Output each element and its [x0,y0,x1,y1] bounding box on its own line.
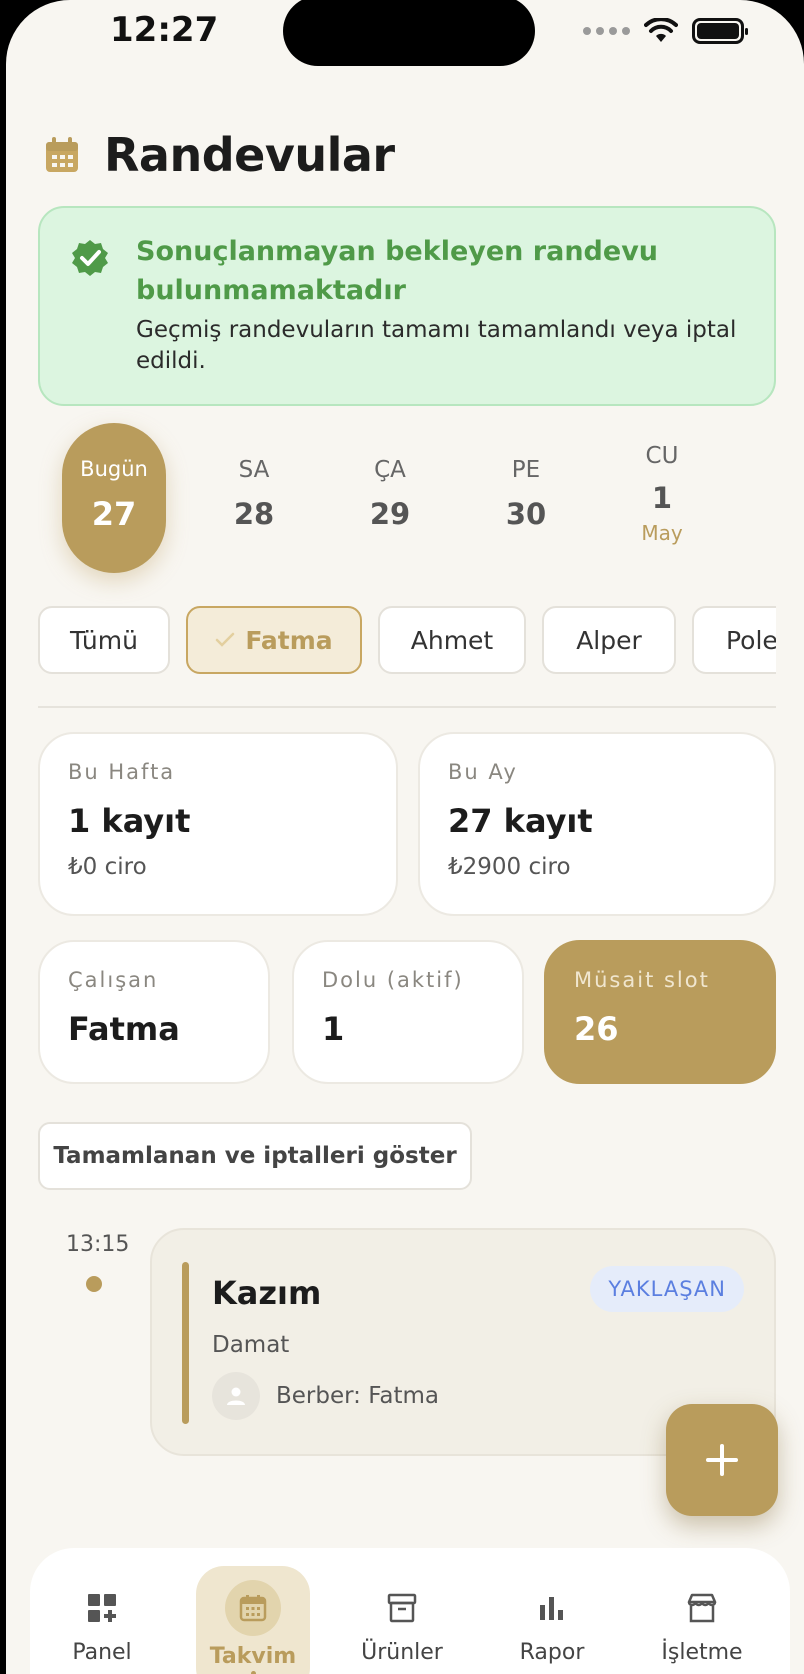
day-name: CU [645,443,679,469]
stat-label: Çalışan [68,968,159,992]
stat-value: 27 kayıt [448,802,593,840]
avatar [212,1372,260,1420]
stat-label: Müsait slot [574,968,710,992]
staff-row: Berber: Fatma [212,1372,439,1420]
show-completed-button[interactable]: Tamamlanan ve iptalleri göster [38,1122,472,1190]
stat-card-week: Bu Hafta 1 kayıt ₺0 ciro [38,732,398,916]
employee-filter: Tümü Fatma Ahmet Alper Pole [38,606,776,676]
alert-title: Sonuçlanmayan bekleyen randevu bulunmama… [136,236,659,306]
tab-label: İşletme [661,1640,743,1665]
stat-revenue: ₺0 ciro [68,854,147,880]
bottom-tab-bar: Panel Takvim Ürünler Rapor İşletme [30,1548,790,1674]
add-appointment-button[interactable] [666,1404,778,1516]
filter-chip-all[interactable]: Tümü [38,606,170,674]
plus-icon [706,1444,738,1476]
dashboard-icon [80,1586,124,1630]
appointment-accent-bar [182,1262,189,1424]
battery-icon [692,18,748,44]
appointment-time: 13:15 [66,1232,130,1257]
app-screen: 12:27 Randevular Sonuçlanmayan bekleyen … [6,0,804,1674]
day-month: May [641,521,683,545]
day-1-may[interactable]: CU 1 May [612,423,712,573]
stat-card-month: Bu Ay 27 kayıt ₺2900 ciro [418,732,776,916]
success-alert: Sonuçlanmayan bekleyen randevu bulunmama… [38,206,776,406]
day-name: Bugün [80,457,148,481]
day-number: 29 [369,497,411,531]
calendar-icon [46,137,78,172]
verified-check-icon [72,240,108,276]
customer-name: Kazım [212,1274,322,1312]
tab-label: Ürünler [361,1640,443,1665]
tab-rapor[interactable]: Rapor [492,1548,612,1674]
wifi-icon [644,18,678,42]
bar-chart-icon [530,1586,574,1630]
status-badge: YAKLAŞAN [590,1266,744,1312]
page-header: Randevular [42,128,395,182]
day-number: 28 [233,497,275,531]
filter-chip-fatma[interactable]: Fatma [186,606,362,674]
stat-label: Bu Hafta [68,760,176,784]
day-30[interactable]: PE 30 [476,423,576,573]
check-icon [216,632,235,647]
day-name: PE [511,457,541,483]
person-icon [227,1387,245,1405]
tab-panel[interactable]: Panel [42,1548,162,1674]
day-number: 30 [505,497,547,531]
stat-card-available: Müsait slot 26 [544,940,776,1084]
filter-chip-ahmet[interactable]: Ahmet [378,606,526,674]
filter-chip-label: Fatma [245,625,333,655]
stat-label: Bu Ay [448,760,518,784]
day-number: 27 [91,495,137,533]
stat-value: 1 kayıt [68,802,191,840]
stat-value: Fatma [68,1010,180,1048]
tab-label: Takvim [209,1644,297,1669]
day-number: 1 [651,481,673,515]
archive-icon [380,1586,424,1630]
camera-notch [283,0,535,66]
day-28[interactable]: SA 28 [204,423,304,573]
day-29[interactable]: ÇA 29 [340,423,440,573]
stat-revenue: ₺2900 ciro [448,854,571,880]
tab-label: Rapor [519,1640,585,1665]
service-name: Damat [212,1332,290,1358]
timeline-dot [86,1276,102,1292]
day-name: SA [238,457,270,483]
tab-label: Panel [72,1640,132,1665]
tab-isletme[interactable]: İşletme [642,1548,762,1674]
alert-text: Geçmiş randevuların tamamı tamamlandı ve… [136,317,737,374]
status-time: 12:27 [110,10,219,50]
divider [38,706,776,708]
tab-takvim[interactable]: Takvim [196,1566,310,1674]
signal-icon [583,27,630,35]
staff-name: Berber: Fatma [276,1383,439,1409]
day-today[interactable]: Bugün 27 [62,423,166,573]
stat-card-employee: Çalışan Fatma [38,940,270,1084]
store-icon [680,1586,724,1630]
day-name: ÇA [374,457,406,483]
stat-value: 26 [574,1010,619,1048]
tab-urunler[interactable]: Ürünler [342,1548,462,1674]
calendar-icon [225,1580,281,1636]
stat-value: 1 [322,1010,345,1048]
stat-label: Dolu (aktif) [322,968,464,992]
page-title: Randevular [104,128,395,182]
filter-chip-pole[interactable]: Pole [692,606,776,674]
status-icons [583,18,748,44]
filter-chip-alper[interactable]: Alper [542,606,676,674]
stat-card-busy: Dolu (aktif) 1 [292,940,524,1084]
